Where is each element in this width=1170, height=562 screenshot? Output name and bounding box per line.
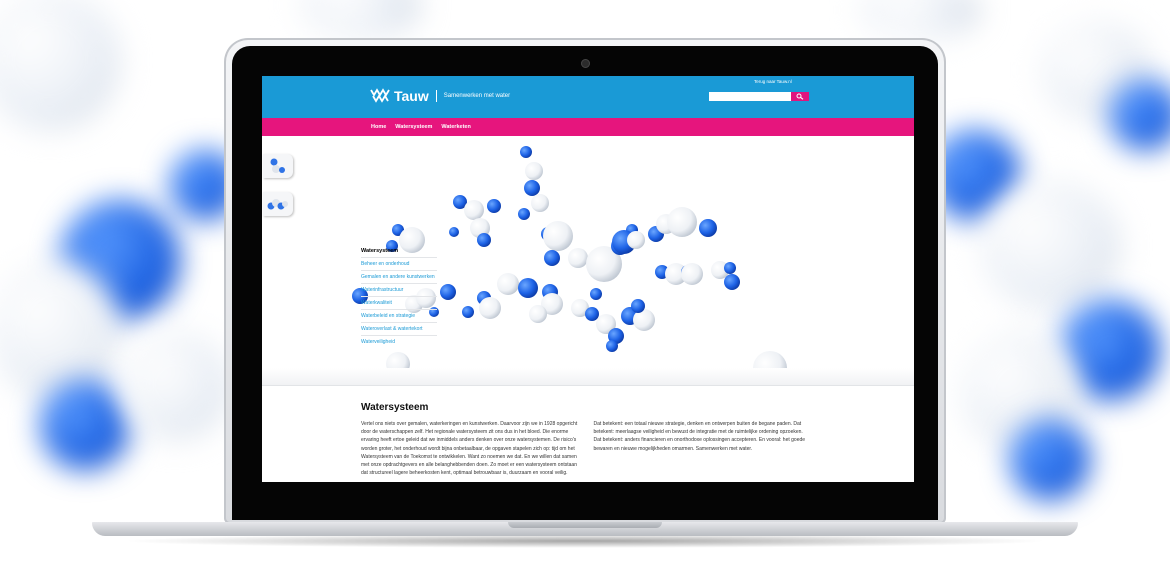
submenu-item-beheer[interactable]: Beheer en onderhoud <box>361 257 437 270</box>
submenu-item-waterkwaliteit[interactable]: Waterkwaliteit <box>361 296 437 309</box>
submenu-item-waterinfrastructuur[interactable]: Waterinfrastructuur <box>361 283 437 296</box>
main-content: Watersysteem Vertel ons niets over gemal… <box>361 402 811 477</box>
submenu-item-gemalen[interactable]: Gemalen en andere kunstwerken <box>361 270 437 283</box>
browser-screen: Tauw Samenwerken met water Terug naar Ta… <box>262 76 914 482</box>
logo-divider <box>435 90 437 102</box>
molecule-tab-2[interactable] <box>263 192 293 216</box>
submenu-item-waterbeleid[interactable]: Waterbeleid en strategie <box>361 309 437 322</box>
submenu-item-wateroverlast[interactable]: Wateroverlast & watertekort <box>361 322 437 335</box>
site-header: Tauw Samenwerken met water Terug naar Ta… <box>262 76 914 118</box>
nav-item-home[interactable]: Home <box>371 124 386 130</box>
search-icon <box>796 93 804 100</box>
nav-item-watersysteem[interactable]: Watersysteem <box>395 124 432 130</box>
molecule-icon <box>270 158 285 173</box>
molecule-icon <box>267 199 288 210</box>
main-nav: Home Watersysteem Waterketen <box>262 118 914 136</box>
back-to-tauw-link[interactable]: Terug naar Tauw.nl <box>754 79 792 84</box>
brand-tagline: Samenwerken met water <box>443 93 511 99</box>
laptop-shadow <box>120 534 1050 548</box>
tauw-logo-icon <box>370 88 390 103</box>
hero-divider <box>262 368 914 386</box>
molecule-illustration <box>352 146 787 368</box>
nav-item-waterketen[interactable]: Waterketen <box>441 124 470 130</box>
logo[interactable]: Tauw Samenwerken met water <box>370 86 510 106</box>
laptop-notch <box>508 522 662 528</box>
camera-icon <box>581 59 590 68</box>
submenu-item-waterveiligheid[interactable]: Waterveiligheid <box>361 335 437 348</box>
brand-name: Tauw <box>394 88 429 104</box>
molecule-tab-1[interactable] <box>263 154 293 178</box>
search-input[interactable] <box>709 92 791 101</box>
submenu-title: Watersysteem <box>361 248 399 254</box>
submenu: Watersysteem Beheer en onderhoud Gemalen… <box>361 248 437 348</box>
content-column-1: Vertel ons niets over gemalen, waterkeri… <box>361 421 578 477</box>
page-title: Watersysteem <box>361 402 429 413</box>
search-button[interactable] <box>791 92 809 101</box>
content-column-2: Dat betekent: een totaal nieuwe strategi… <box>593 421 806 452</box>
hero-banner: Watersysteem Beheer en onderhoud Gemalen… <box>262 136 914 368</box>
